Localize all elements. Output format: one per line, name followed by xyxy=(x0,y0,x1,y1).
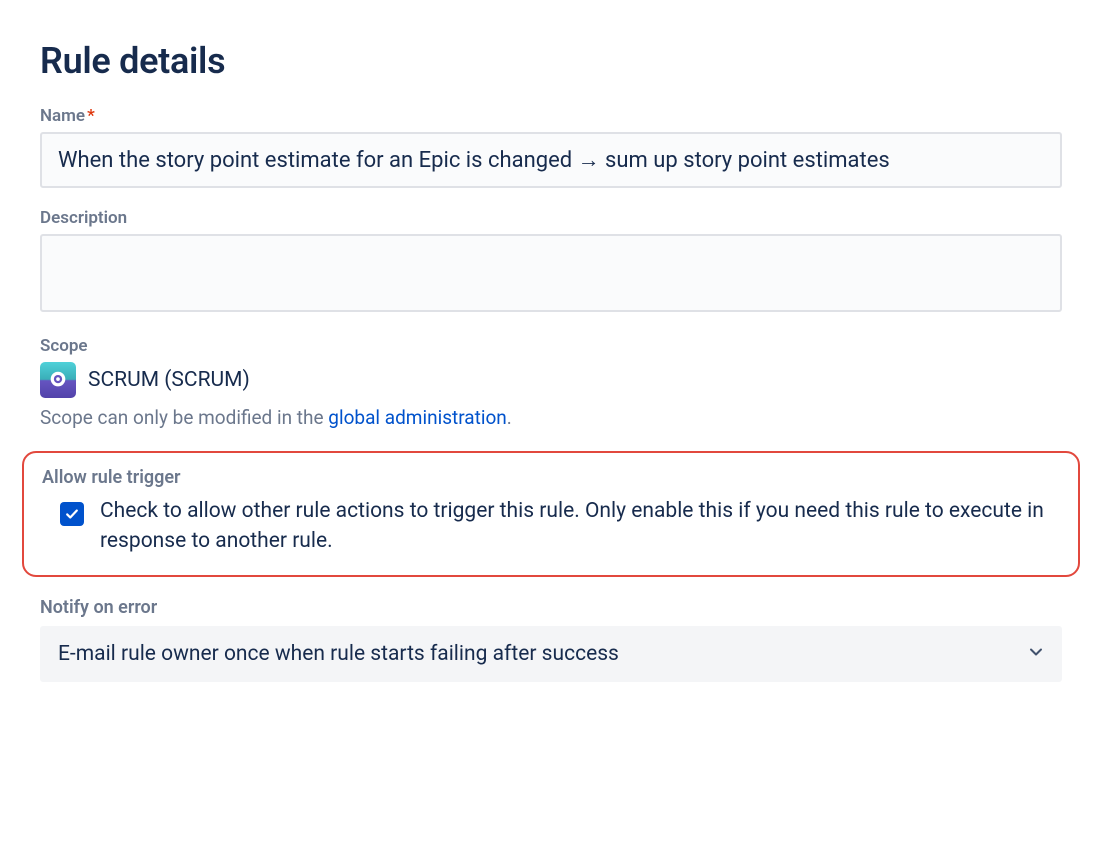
notify-on-error-label: Notify on error xyxy=(40,597,1062,618)
scope-row: SCRUM (SCRUM) xyxy=(40,362,1062,398)
name-label: Name* xyxy=(40,106,1062,126)
notify-on-error-select[interactable]: E-mail rule owner once when rule starts … xyxy=(40,626,1062,682)
name-field-group: Name* xyxy=(40,106,1062,188)
description-field-group: Description xyxy=(40,208,1062,316)
allow-rule-trigger-row: Check to allow other rule actions to tri… xyxy=(42,496,1060,557)
description-input[interactable] xyxy=(40,234,1062,312)
scope-hint-suffix: . xyxy=(507,406,512,429)
required-asterisk: * xyxy=(87,106,95,126)
page-title: Rule details xyxy=(40,40,1062,82)
allow-rule-trigger-label: Allow rule trigger xyxy=(42,467,1060,488)
description-label: Description xyxy=(40,208,1062,228)
notify-on-error-field-group: Notify on error E-mail rule owner once w… xyxy=(40,597,1062,682)
notify-on-error-selected-value: E-mail rule owner once when rule starts … xyxy=(58,642,619,666)
notify-on-error-select-wrapper: E-mail rule owner once when rule starts … xyxy=(40,626,1062,682)
project-avatar-icon xyxy=(40,362,76,398)
allow-rule-trigger-description: Check to allow other rule actions to tri… xyxy=(100,496,1060,557)
allow-rule-trigger-highlight: Allow rule trigger Check to allow other … xyxy=(22,451,1080,577)
scope-project-name: SCRUM (SCRUM) xyxy=(88,368,250,392)
global-administration-link[interactable]: global administration xyxy=(328,406,507,429)
name-input[interactable] xyxy=(40,132,1062,188)
scope-hint: Scope can only be modified in the global… xyxy=(40,406,1062,429)
name-label-text: Name xyxy=(40,106,85,126)
allow-rule-trigger-checkbox[interactable] xyxy=(60,502,84,526)
scope-label: Scope xyxy=(40,336,1062,356)
scope-field-group: Scope SCRUM (SCRUM) Scope can only be mo… xyxy=(40,336,1062,429)
scope-hint-prefix: Scope can only be modified in the xyxy=(40,406,328,429)
checkmark-icon xyxy=(65,507,79,521)
